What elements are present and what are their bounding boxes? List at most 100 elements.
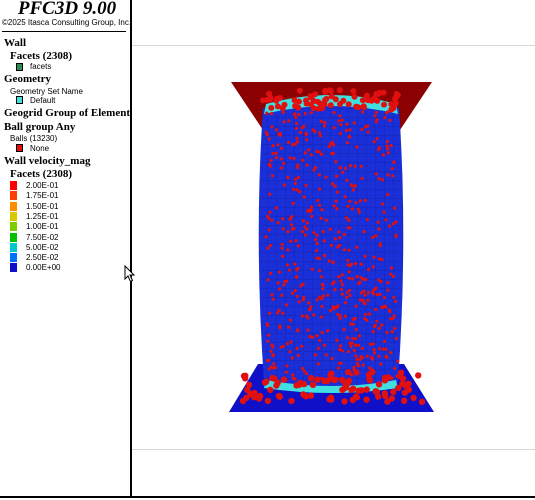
ball-particle xyxy=(334,199,338,203)
ball-particle xyxy=(354,304,358,308)
ball-particle xyxy=(384,218,388,222)
ball-particle xyxy=(322,343,326,347)
ball-particle xyxy=(301,158,305,162)
scale-label: 1.50E-01 xyxy=(26,201,59,211)
facets-swatch xyxy=(16,63,23,71)
ball-particle xyxy=(355,361,359,366)
ball-particle xyxy=(244,386,251,394)
ball-particle xyxy=(320,275,324,279)
ball-particle xyxy=(280,166,284,170)
ball-particle xyxy=(375,319,379,323)
ball-particle xyxy=(360,346,364,350)
ball-particle xyxy=(321,101,328,108)
ball-particle xyxy=(386,151,390,155)
ball-particle xyxy=(369,368,376,376)
ball-particle xyxy=(314,238,318,242)
ball-particle xyxy=(312,168,316,172)
ball-particle xyxy=(381,101,387,108)
ball-particle xyxy=(374,172,378,176)
ball-particle xyxy=(336,304,340,308)
ball-particle xyxy=(353,164,357,168)
ball-particle xyxy=(363,386,370,393)
ball-particle xyxy=(351,93,358,100)
ball-particle xyxy=(324,353,328,357)
ball-particle xyxy=(320,282,324,286)
ball-particle xyxy=(339,279,343,283)
scale-label: 2.00E-01 xyxy=(26,181,59,190)
ball-particle xyxy=(382,296,387,300)
ball-particle xyxy=(319,216,323,220)
ball-particle xyxy=(342,248,346,252)
pfc3d-window: PFC3D 9.00 ©2025 Itasca Consulting Group… xyxy=(0,0,535,500)
ball-particle xyxy=(288,217,292,222)
ball-particle xyxy=(303,151,307,155)
ball-particle xyxy=(313,353,317,357)
ball-particle xyxy=(286,175,290,179)
ball-particle xyxy=(304,131,308,135)
scale-swatch xyxy=(10,263,17,273)
ball-particle xyxy=(315,233,319,237)
scale-swatch xyxy=(10,211,17,221)
ball-particle xyxy=(346,350,350,354)
ball-particle xyxy=(383,116,387,120)
ball-particle xyxy=(388,224,392,228)
ball-particle xyxy=(342,380,349,387)
ball-particle xyxy=(351,337,355,341)
ball-particle xyxy=(350,341,354,345)
ball-particle xyxy=(348,134,352,139)
ball-particle xyxy=(310,267,314,271)
ball-particle xyxy=(270,174,275,178)
ball-particle xyxy=(286,248,290,252)
ball-particle xyxy=(290,215,294,219)
ball-particle xyxy=(386,192,390,197)
ball-particle xyxy=(389,272,393,276)
ball-particle xyxy=(391,174,395,178)
ball-particle xyxy=(304,183,308,188)
ball-particle xyxy=(332,111,336,115)
ball-particle xyxy=(267,358,271,362)
ball-particle xyxy=(373,114,377,118)
ball-particle xyxy=(384,111,389,115)
ball-particle xyxy=(293,142,297,146)
ball-particle xyxy=(336,87,343,94)
ball-particle xyxy=(346,258,350,262)
ball-particle xyxy=(347,276,351,280)
ball-particle xyxy=(309,111,313,115)
ball-particle xyxy=(267,386,274,393)
ball-particle xyxy=(296,87,303,94)
scale-swatch xyxy=(10,253,17,263)
ball-particle xyxy=(372,255,376,259)
ball-particle xyxy=(348,263,352,267)
ball-particle xyxy=(268,210,272,214)
ball-particle xyxy=(317,173,321,177)
ball-particle xyxy=(274,206,279,210)
ball-particle xyxy=(298,190,302,194)
ball-particle xyxy=(357,210,361,214)
ball-particle xyxy=(308,375,315,382)
ball-particle xyxy=(284,370,288,374)
model-viewport[interactable] xyxy=(132,0,535,498)
ball-particle xyxy=(331,376,338,384)
ball-particle xyxy=(305,227,309,231)
ball-particle xyxy=(388,106,395,113)
ball-particle xyxy=(374,110,378,114)
none-swatch xyxy=(16,144,23,152)
ball-particle xyxy=(320,208,324,212)
ball-particle xyxy=(347,248,351,252)
ball-particle xyxy=(348,128,352,132)
ball-particle xyxy=(300,344,304,348)
ball-particle xyxy=(375,381,383,388)
ball-particle xyxy=(312,231,316,235)
ball-particle xyxy=(281,311,285,315)
ball-particle xyxy=(322,124,327,128)
ball-particle xyxy=(346,204,350,208)
ball-particle xyxy=(359,276,363,280)
ball-particle xyxy=(377,227,381,231)
ball-particle xyxy=(277,309,281,313)
ball-particle xyxy=(300,380,308,388)
ball-particle xyxy=(287,119,291,123)
ball-particle xyxy=(279,146,284,150)
ball-particle xyxy=(272,362,276,366)
ball-particle xyxy=(309,153,313,157)
ball-particle xyxy=(357,282,361,286)
